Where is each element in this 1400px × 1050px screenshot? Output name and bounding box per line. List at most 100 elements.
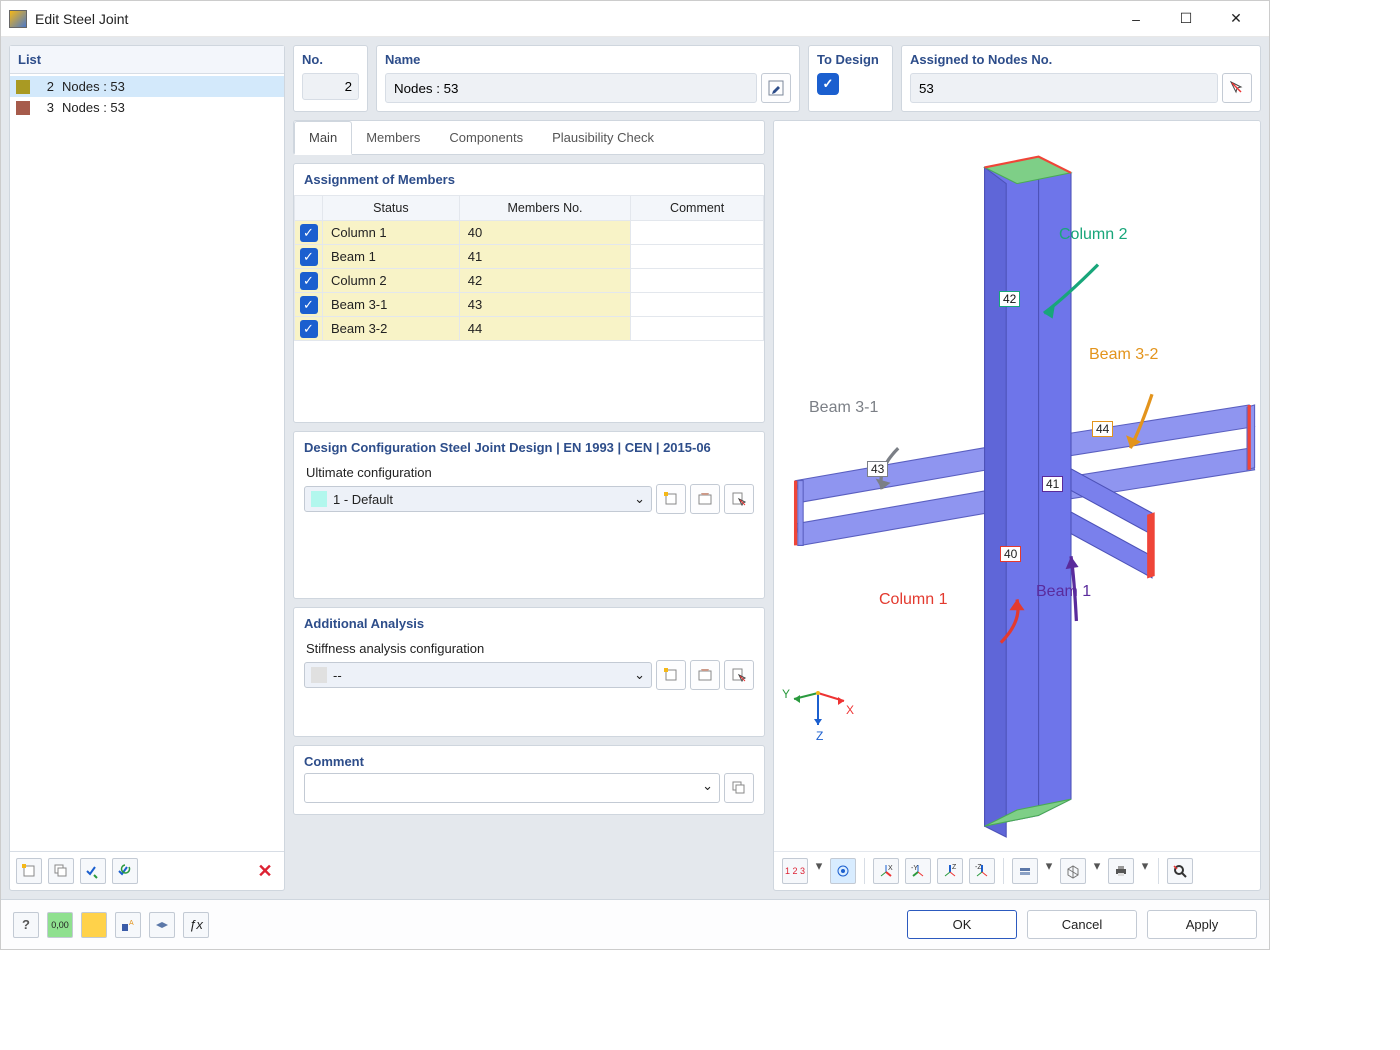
stiffness-config-value: -- [333, 668, 342, 683]
stiffness-config-select[interactable]: -- ⌄ [304, 662, 652, 688]
cell-members-no: 42 [459, 269, 631, 293]
copy-item-button[interactable] [48, 858, 74, 884]
cell-status: Column 1 [323, 221, 460, 245]
no-field-box: No. [293, 45, 368, 112]
tag-42: 42 [999, 291, 1020, 307]
new-stiffness-button[interactable] [656, 660, 686, 690]
annotation-button[interactable]: A [115, 912, 141, 938]
chevron-down-icon[interactable]: ▾ [1140, 858, 1150, 884]
name-field-box: Name [376, 45, 800, 112]
table-row[interactable]: ✓ Column 2 42 [295, 269, 764, 293]
cell-status: Beam 3-2 [323, 317, 460, 341]
name-input[interactable] [385, 73, 757, 103]
cancel-button[interactable]: Cancel [1027, 910, 1137, 939]
units-button[interactable]: 0,00 [47, 912, 73, 938]
edit-config-button[interactable] [690, 484, 720, 514]
cell-members-no: 40 [459, 221, 631, 245]
tab-components[interactable]: Components [435, 122, 538, 153]
assigned-nodes-input[interactable] [910, 73, 1218, 103]
color-button[interactable] [81, 912, 107, 938]
help-button[interactable]: ? [13, 912, 39, 938]
name-label: Name [385, 50, 791, 69]
comment-panel: Comment ⌄ [293, 745, 765, 815]
tab-plausibility[interactable]: Plausibility Check [538, 122, 669, 153]
chevron-down-icon[interactable]: ▾ [1092, 858, 1102, 884]
cell-status: Beam 1 [323, 245, 460, 269]
table-row[interactable]: ✓ Column 1 40 [295, 221, 764, 245]
display-mode-button[interactable] [1012, 858, 1038, 884]
view-neg-z-button[interactable]: -Z [969, 858, 995, 884]
numbering-button[interactable]: 1 2 3 [782, 858, 808, 884]
list-item[interactable]: 3 Nodes : 53 [10, 97, 284, 118]
tag-40: 40 [1000, 546, 1021, 562]
col-status: Status [323, 196, 460, 221]
comment-library-button[interactable] [724, 773, 754, 803]
label-beam-1: Beam 1 [1036, 583, 1091, 601]
pick-stiffness-button[interactable] [724, 660, 754, 690]
select-all-button[interactable] [80, 858, 106, 884]
chevron-down-icon[interactable]: ▾ [1044, 858, 1054, 884]
pick-config-button[interactable] [724, 484, 754, 514]
col-members-no: Members No. [459, 196, 631, 221]
tag-43: 43 [867, 461, 888, 477]
row-checkbox[interactable]: ✓ [300, 296, 318, 314]
ultimate-config-select[interactable]: 1 - Default ⌄ [304, 486, 652, 512]
layers-button[interactable] [149, 912, 175, 938]
edit-stiffness-button[interactable] [690, 660, 720, 690]
list-item[interactable]: 2 Nodes : 53 [10, 76, 284, 97]
edit-name-button[interactable] [761, 73, 791, 103]
cell-comment [631, 245, 764, 269]
pick-nodes-button[interactable] [1222, 73, 1252, 103]
ultimate-config-value: 1 - Default [333, 492, 393, 507]
table-row[interactable]: ✓ Beam 1 41 [295, 245, 764, 269]
cell-status: Column 2 [323, 269, 460, 293]
no-label: No. [302, 50, 359, 69]
apply-button[interactable]: Apply [1147, 910, 1257, 939]
axis-z-label: Z [816, 729, 823, 743]
to-design-box: To Design ✓ [808, 45, 893, 112]
list-pane: List 2 Nodes : 53 3 Nodes : 53 [9, 45, 285, 891]
col-comment: Comment [631, 196, 764, 221]
row-checkbox[interactable]: ✓ [300, 272, 318, 290]
to-design-checkbox[interactable]: ✓ [817, 73, 839, 95]
viewport-3d[interactable]: 42 Column 2 43 Beam 3-1 44 Beam 3-2 41 B… [774, 121, 1260, 851]
tab-members[interactable]: Members [352, 122, 435, 153]
no-input[interactable] [302, 73, 359, 100]
table-row[interactable]: ✓ Beam 3-2 44 [295, 317, 764, 341]
minimize-button[interactable]: – [1121, 4, 1151, 34]
row-checkbox[interactable]: ✓ [300, 320, 318, 338]
maximize-button[interactable]: ☐ [1171, 4, 1201, 34]
list-header: List [10, 46, 284, 74]
ok-button[interactable]: OK [907, 910, 1017, 939]
fx-button[interactable]: ƒx [183, 912, 209, 938]
new-config-button[interactable] [656, 484, 686, 514]
tab-main[interactable]: Main [294, 121, 352, 155]
row-checkbox[interactable]: ✓ [300, 248, 318, 266]
render-mode-button[interactable] [1060, 858, 1086, 884]
reload-select-button[interactable] [112, 858, 138, 884]
view-neg-y-button[interactable]: -Y [905, 858, 931, 884]
chevron-down-icon: ⌄ [702, 778, 713, 798]
view-options-button[interactable] [830, 858, 856, 884]
footer-bar: ? 0,00 A ƒx OK Cancel Apply [1, 899, 1269, 949]
zoom-extents-button[interactable] [1167, 858, 1193, 884]
view-x-button[interactable]: X [873, 858, 899, 884]
row-checkbox[interactable]: ✓ [300, 224, 318, 242]
cell-status: Beam 3-1 [323, 293, 460, 317]
cell-comment [631, 269, 764, 293]
list-body: 2 Nodes : 53 3 Nodes : 53 [10, 74, 284, 851]
chevron-down-icon: ⌄ [634, 667, 645, 683]
assignment-table: Status Members No. Comment ✓ Column 1 40 [294, 195, 764, 341]
viewer-panel: 42 Column 2 43 Beam 3-1 44 Beam 3-2 41 B… [773, 120, 1261, 891]
svg-text:-Y: -Y [911, 865, 918, 872]
new-item-button[interactable] [16, 858, 42, 884]
additional-title: Additional Analysis [294, 608, 764, 639]
stiffness-label: Stiffness analysis configuration [294, 639, 764, 660]
delete-item-button[interactable]: ✕ [252, 858, 278, 884]
chevron-down-icon[interactable]: ▾ [814, 858, 824, 884]
comment-input[interactable]: ⌄ [304, 773, 720, 803]
view-z-button[interactable]: Z [937, 858, 963, 884]
print-button[interactable] [1108, 858, 1134, 884]
close-button[interactable]: ✕ [1221, 4, 1251, 34]
table-row[interactable]: ✓ Beam 3-1 43 [295, 293, 764, 317]
